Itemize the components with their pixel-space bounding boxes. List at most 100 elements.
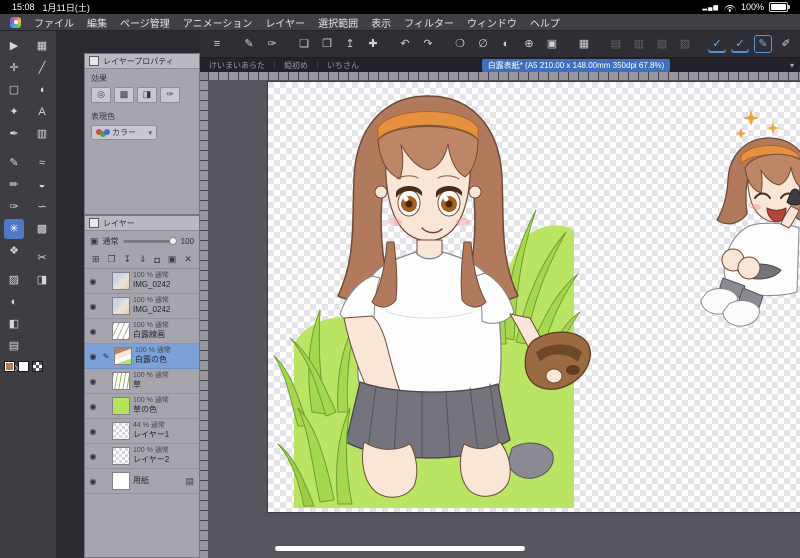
redo-icon[interactable]: ↷: [419, 35, 437, 53]
expression-color-select[interactable]: カラー ▾: [91, 125, 157, 140]
home-indicator[interactable]: [275, 546, 525, 551]
transparent-color-chip[interactable]: [32, 361, 43, 372]
menu-edit[interactable]: 編集: [87, 15, 107, 30]
visibility-eye-icon[interactable]: ◉: [88, 277, 98, 286]
tone-button[interactable]: ▩: [114, 87, 134, 103]
pen-mode-icon[interactable]: ✓: [708, 35, 726, 53]
undo-icon[interactable]: ↶: [396, 35, 414, 53]
guide-icon[interactable]: ▥: [630, 35, 648, 53]
move-layer-tool[interactable]: ✛: [4, 58, 24, 78]
menu-animation[interactable]: アニメーション: [183, 15, 253, 30]
menu-page-management[interactable]: ページ管理: [120, 15, 170, 30]
visibility-eye-icon[interactable]: ◉: [88, 352, 98, 361]
current-tool-icon[interactable]: ✎: [240, 35, 258, 53]
tab-keimaiarata[interactable]: けいまいあらた: [200, 60, 274, 71]
brush-tool[interactable]: ✑: [4, 197, 24, 217]
decoration-tool[interactable]: ❖: [4, 241, 24, 261]
mix-color-tool[interactable]: ◒: [32, 175, 52, 195]
selection-tool[interactable]: ▢: [4, 80, 24, 100]
menu-icon[interactable]: ≡: [208, 35, 226, 53]
pencil-tool[interactable]: ✏: [4, 175, 24, 195]
expand-selection-icon[interactable]: ⊕: [520, 35, 538, 53]
menu-view[interactable]: 表示: [371, 15, 391, 30]
eraser-tool[interactable]: ▨: [4, 270, 24, 290]
new-layer-button[interactable]: ⊞: [92, 254, 100, 265]
visibility-eye-icon[interactable]: ◉: [88, 477, 98, 486]
snip-tool[interactable]: ✂: [32, 248, 52, 268]
layer-row-paper[interactable]: ◉ 用紙 ▤: [85, 469, 199, 494]
ruler-tool[interactable]: ╱: [32, 58, 52, 78]
mesh-tool[interactable]: ▩: [32, 219, 52, 239]
canvas-viewport[interactable]: [208, 80, 800, 558]
layer-color-button[interactable]: ◨: [137, 87, 157, 103]
opacity-slider-thumb[interactable]: [168, 236, 177, 245]
auto-select-tool[interactable]: ✦: [4, 102, 24, 122]
menu-selection[interactable]: 選択範囲: [318, 15, 358, 30]
chevron-down-icon[interactable]: ▾: [784, 61, 800, 70]
story-tool[interactable]: ▥: [32, 124, 52, 144]
deselect-icon[interactable]: ∅: [474, 35, 492, 53]
tab-active-document[interactable]: 白露表紙* (A5 210.00 x 148.00mm 350dpi 67.8%…: [481, 58, 671, 72]
menu-filter[interactable]: フィルター: [404, 15, 454, 30]
gesture-icon[interactable]: ✐: [777, 35, 795, 53]
layer-row-img0242-1[interactable]: ◉ 100 % 通常 IMG_0242: [85, 269, 199, 294]
liquify-tool[interactable]: ∽: [32, 197, 52, 217]
visibility-eye-icon[interactable]: ◉: [88, 302, 98, 311]
share-icon[interactable]: ↥: [341, 35, 359, 53]
frame-tool[interactable]: ▦: [32, 36, 52, 56]
edit-line-icon[interactable]: ✎: [754, 35, 772, 53]
new-folder-button[interactable]: ❐: [108, 254, 116, 265]
airbrush-tool[interactable]: ✳: [4, 219, 24, 239]
visibility-eye-icon[interactable]: ◉: [88, 402, 98, 411]
layer-row-kusa[interactable]: ◉ 100 % 通常 草: [85, 369, 199, 394]
gradient-tool[interactable]: ▤: [4, 336, 24, 356]
snap-icon[interactable]: ▨: [676, 35, 694, 53]
menu-window[interactable]: ウィンドウ: [467, 15, 517, 30]
extract-line-button[interactable]: ✑: [160, 87, 180, 103]
tab-ichisan[interactable]: いちさん: [318, 60, 368, 71]
open-file-icon[interactable]: ❐: [318, 35, 336, 53]
import-icon[interactable]: ✚: [364, 35, 382, 53]
canvas-artwork[interactable]: [268, 82, 800, 512]
invert-selection-icon[interactable]: ◐: [497, 35, 515, 53]
clip-studio-logo[interactable]: [10, 16, 21, 28]
layer-row-img0242-2[interactable]: ◉ 100 % 通常 IMG_0242: [85, 294, 199, 319]
main-color-chip[interactable]: [4, 361, 15, 372]
fill-tool[interactable]: ◧: [4, 314, 24, 334]
merge-down-button[interactable]: ⇓: [139, 254, 147, 265]
balloon-tool[interactable]: ◖: [32, 80, 52, 100]
visibility-eye-icon[interactable]: ◉: [88, 452, 98, 461]
layer-row-layer2[interactable]: ◉ 100 % 通常 レイヤー2: [85, 444, 199, 469]
layer-row-layer1[interactable]: ◉ 44 % 通常 レイヤー1: [85, 419, 199, 444]
blend-mode-select[interactable]: 通常: [103, 236, 119, 247]
visibility-eye-icon[interactable]: ◉: [88, 327, 98, 336]
eyedropper-tool[interactable]: ✒: [4, 124, 24, 144]
text-tool[interactable]: A: [32, 102, 52, 122]
tab-himehajime[interactable]: 姫初め: [275, 60, 317, 71]
crop-icon[interactable]: ▦: [575, 35, 593, 53]
layer-row-shirotsuyu-lineart[interactable]: ◉ 100 % 通常 白露線画: [85, 319, 199, 344]
layer-row-shirotsuyu-color[interactable]: ◉ ✎ 100 % 通常 白露の色: [85, 344, 199, 369]
layer-row-kusa-color[interactable]: ◉ 100 % 通常 草の色: [85, 394, 199, 419]
blend-tool[interactable]: ◐: [4, 292, 24, 312]
operation-tool[interactable]: ▶: [4, 36, 24, 56]
lighttable-tool[interactable]: ◨: [32, 270, 52, 290]
visibility-eye-icon[interactable]: ◉: [88, 427, 98, 436]
new-canvas-icon[interactable]: ❏: [295, 35, 313, 53]
delete-layer-button[interactable]: ✕: [184, 254, 192, 265]
selection-menu-icon[interactable]: ▣: [543, 35, 561, 53]
lasso-fill-tool[interactable]: ≈: [32, 153, 52, 173]
create-mask-button[interactable]: ◘: [155, 255, 160, 265]
menu-help[interactable]: ヘルプ: [530, 15, 560, 30]
visibility-eye-icon[interactable]: ◉: [88, 377, 98, 386]
layer-settings-button[interactable]: ▣: [168, 254, 177, 265]
opacity-slider[interactable]: [122, 236, 177, 245]
pen-tool[interactable]: ✎: [4, 153, 24, 173]
layer-palette-icon[interactable]: ▣: [90, 236, 99, 247]
select-area-icon[interactable]: ❍: [451, 35, 469, 53]
stabilizer-icon[interactable]: ✓: [731, 35, 749, 53]
transfer-down-button[interactable]: ↧: [124, 254, 132, 265]
current-subtool-icon[interactable]: ✑: [263, 35, 281, 53]
menu-file[interactable]: ファイル: [34, 15, 74, 30]
border-effect-button[interactable]: ◎: [91, 87, 111, 103]
